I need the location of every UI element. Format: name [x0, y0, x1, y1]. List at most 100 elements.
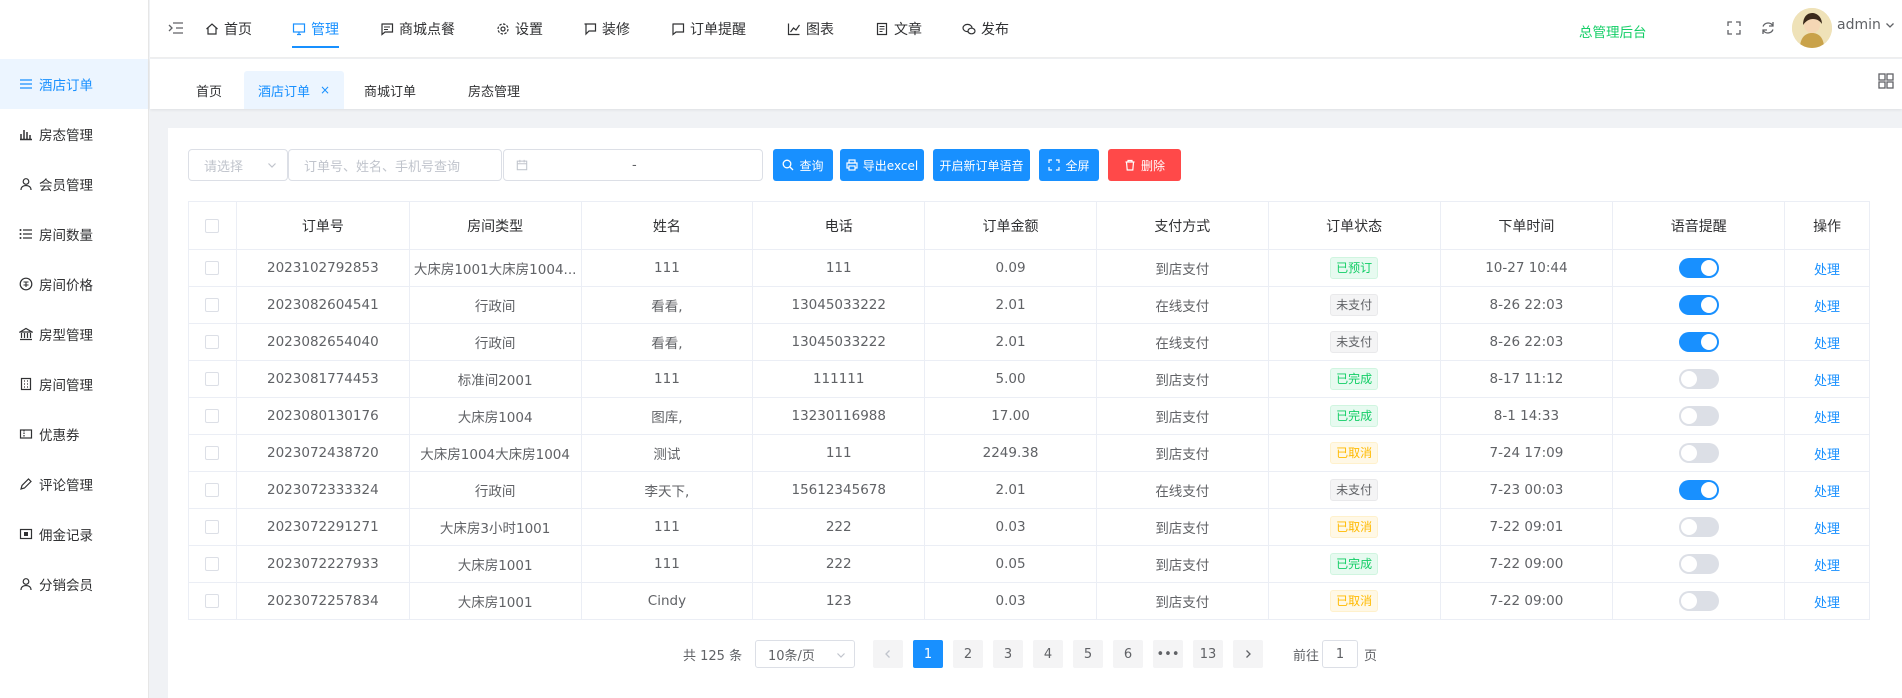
process-link[interactable]: 处理: [1814, 592, 1840, 611]
page-button[interactable]: 13: [1193, 640, 1223, 668]
sidebar-item-room-types[interactable]: 房型管理: [0, 309, 148, 359]
nav-mall-dining[interactable]: 商城点餐: [380, 0, 455, 58]
goto-page-input[interactable]: 1: [1322, 640, 1358, 668]
voice-toggle[interactable]: [1678, 258, 1719, 278]
prev-page-button[interactable]: [873, 640, 903, 668]
fullscreen-icon[interactable]: [1726, 20, 1742, 36]
nav-settings[interactable]: 设置: [496, 0, 543, 58]
sidebar-item-members[interactable]: 会员管理: [0, 159, 148, 209]
nav-articles[interactable]: 文章: [875, 0, 922, 58]
row-checkbox[interactable]: [205, 446, 220, 460]
nav-manage[interactable]: 管理: [292, 0, 339, 58]
row-checkbox[interactable]: [205, 594, 220, 608]
money-icon: [19, 277, 33, 291]
export-excel-button[interactable]: 导出excel: [840, 149, 924, 181]
voice-toggle[interactable]: [1678, 369, 1719, 389]
select-all-checkbox[interactable]: [205, 218, 220, 233]
phone: 111111: [812, 371, 865, 387]
row-checkbox[interactable]: [205, 298, 220, 312]
grid-icon[interactable]: [1878, 73, 1894, 89]
sidebar-item-distributors[interactable]: 分销会员: [0, 559, 148, 609]
nav-order-reminder[interactable]: 订单提醒: [671, 0, 746, 58]
sidebar-item-room-price[interactable]: 房间价格: [0, 259, 148, 309]
pay-method-cell: 到店支付: [1097, 361, 1269, 397]
collapse-menu-icon[interactable]: [168, 20, 184, 36]
page-button[interactable]: 1: [913, 640, 943, 668]
avatar[interactable]: [1792, 8, 1832, 48]
process-link[interactable]: 处理: [1814, 444, 1840, 463]
sidebar-item-hotel-orders[interactable]: 酒店订单: [0, 59, 148, 109]
page-button[interactable]: 2: [953, 640, 983, 668]
voice-toggle[interactable]: [1678, 443, 1719, 463]
close-icon[interactable]: ×: [320, 83, 330, 97]
pay-method-cell: 到店支付: [1097, 583, 1269, 619]
row-checkbox[interactable]: [205, 335, 220, 349]
date-range-picker[interactable]: -: [503, 149, 763, 181]
page-button[interactable]: 5: [1073, 640, 1103, 668]
row-checkbox[interactable]: [205, 483, 220, 497]
process-link[interactable]: 处理: [1814, 481, 1840, 500]
voice-toggle[interactable]: [1678, 517, 1719, 537]
sidebar-item-coupons[interactable]: 优惠券: [0, 409, 148, 459]
voice-toggle[interactable]: [1678, 295, 1719, 315]
nav-label: 管理: [311, 22, 339, 38]
next-page-button[interactable]: [1233, 640, 1263, 668]
process-link[interactable]: 处理: [1814, 370, 1840, 389]
process-link[interactable]: 处理: [1814, 259, 1840, 278]
time-cell: 7-22 09:01: [1441, 509, 1614, 545]
tab-home[interactable]: 首页: [182, 71, 236, 109]
tab-label: 酒店订单: [258, 84, 311, 100]
voice-toggle[interactable]: [1678, 480, 1719, 500]
nav-home[interactable]: 首页: [205, 0, 252, 58]
status-select[interactable]: 请选择: [188, 149, 288, 181]
tab-hotel-orders[interactable]: 酒店订单 ×: [244, 71, 345, 109]
header-cell: 订单状态: [1269, 202, 1441, 249]
voice-toggle[interactable]: [1678, 591, 1719, 611]
sidebar-item-rooms[interactable]: 房间管理: [0, 359, 148, 409]
nav-decoration[interactable]: 装修: [583, 0, 630, 58]
sidebar-item-room-count[interactable]: 房间数量: [0, 209, 148, 259]
room-type-cell: 行政间: [410, 472, 582, 508]
button-label: 删除: [1140, 158, 1165, 173]
page-button[interactable]: 4: [1033, 640, 1063, 668]
page-size-select[interactable]: 10条/页: [755, 640, 855, 668]
voice-toggle[interactable]: [1678, 406, 1719, 426]
tab-mall-orders[interactable]: 商城订单: [350, 71, 430, 109]
sidebar-item-comments[interactable]: 评论管理: [0, 459, 148, 509]
row-checkbox[interactable]: [205, 409, 220, 423]
page-button[interactable]: 6: [1113, 640, 1143, 668]
header-cell: 支付方式: [1097, 202, 1269, 249]
calendar-icon: [516, 159, 528, 171]
tab-label: 首页: [196, 84, 223, 100]
process-link[interactable]: 处理: [1814, 333, 1840, 352]
phone: 222: [825, 556, 852, 572]
row-checkbox[interactable]: [205, 557, 220, 571]
sidebar-item-room-status[interactable]: 房态管理: [0, 109, 148, 159]
pay-method-cell: 在线支付: [1097, 287, 1269, 323]
process-link[interactable]: 处理: [1814, 555, 1840, 574]
row-checkbox[interactable]: [205, 372, 220, 386]
fullscreen-button[interactable]: 全屏: [1039, 149, 1099, 181]
query-button[interactable]: 查询: [773, 149, 833, 181]
nav-charts[interactable]: 图表: [787, 0, 834, 58]
process-link[interactable]: 处理: [1814, 407, 1840, 426]
row-checkbox[interactable]: [205, 520, 220, 534]
voice-toggle[interactable]: [1678, 332, 1719, 352]
search-input[interactable]: 订单号、姓名、手机号查询: [288, 149, 502, 181]
tab-room-status[interactable]: 房态管理: [454, 71, 534, 109]
delete-button[interactable]: 删除: [1108, 149, 1181, 181]
voice-toggle[interactable]: [1678, 554, 1719, 574]
name-cell: 111: [582, 546, 754, 582]
admin-title[interactable]: 总管理后台: [1579, 21, 1647, 41]
user-menu[interactable]: admin: [1837, 17, 1895, 33]
select-placeholder: 请选择: [204, 159, 244, 175]
sidebar-item-commission[interactable]: 佣金记录: [0, 509, 148, 559]
process-link[interactable]: 处理: [1814, 296, 1840, 315]
process-link[interactable]: 处理: [1814, 518, 1840, 537]
enable-voice-button[interactable]: 开启新订单语音: [933, 149, 1030, 181]
row-checkbox[interactable]: [205, 261, 220, 275]
more-pages-button[interactable]: •••: [1153, 640, 1183, 668]
refresh-icon[interactable]: [1760, 20, 1776, 36]
page-button[interactable]: 3: [993, 640, 1023, 668]
nav-publish[interactable]: 发布: [962, 0, 1009, 58]
